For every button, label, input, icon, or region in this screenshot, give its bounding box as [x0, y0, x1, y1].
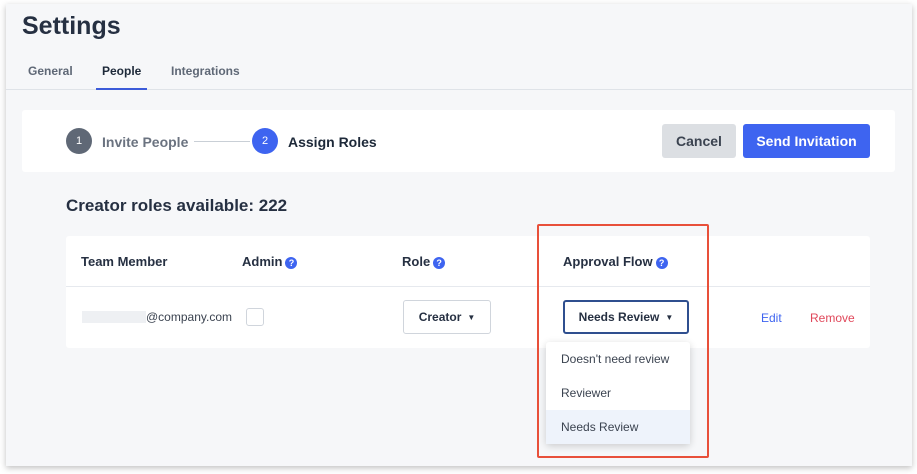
creator-roles-available: Creator roles available: 222	[66, 196, 288, 215]
step-connector	[194, 141, 250, 142]
step-1-label: Invite People	[102, 134, 189, 150]
settings-window: Settings General People Integrations 1 I…	[6, 4, 912, 466]
team-table: Team Member Admin? Role? Approval Flow? …	[66, 236, 870, 348]
header-admin: Admin?	[242, 254, 298, 269]
dropdown-option-doesnt-need-review[interactable]: Doesn't need review	[546, 342, 690, 376]
approval-flow-dropdown: Doesn't need review Reviewer Needs Revie…	[546, 342, 690, 444]
header-admin-label: Admin	[242, 254, 283, 269]
header-team-member-label: Team Member	[81, 254, 168, 269]
tab-people[interactable]: People	[96, 62, 148, 90]
row-divider	[66, 286, 870, 287]
send-invitation-button[interactable]: Send Invitation	[743, 124, 870, 158]
step-2-label: Assign Roles	[288, 134, 377, 150]
header-approval-flow-label: Approval Flow	[563, 254, 653, 269]
dropdown-option-reviewer[interactable]: Reviewer	[546, 376, 690, 410]
edit-link[interactable]: Edit	[761, 311, 782, 325]
admin-help-icon[interactable]: ?	[285, 256, 298, 269]
caret-down-icon: ▼	[467, 312, 476, 322]
header-role: Role?	[402, 254, 446, 269]
role-help-icon[interactable]: ?	[433, 256, 446, 269]
caret-down-icon: ▼	[665, 312, 674, 322]
approval-flow-help-icon[interactable]: ?	[655, 256, 668, 269]
role-select-value: Creator	[418, 310, 462, 324]
admin-checkbox[interactable]	[246, 308, 264, 326]
stepper-card: 1 Invite People 2 Assign Roles Cancel Se…	[22, 110, 895, 172]
page-title: Settings	[22, 12, 121, 40]
redacted-email-prefix	[82, 311, 146, 323]
tab-bar: General People Integrations	[6, 56, 912, 90]
member-email: @company.com	[146, 310, 232, 324]
header-team-member: Team Member	[81, 254, 167, 269]
tab-integrations[interactable]: Integrations	[171, 62, 240, 90]
tab-general[interactable]: General	[28, 62, 73, 90]
step-1-number: 1	[66, 128, 92, 154]
dropdown-option-needs-review[interactable]: Needs Review	[546, 410, 690, 444]
step-2-number: 2	[252, 128, 278, 154]
role-select[interactable]: Creator ▼	[403, 300, 491, 334]
header-role-label: Role	[402, 254, 431, 269]
approval-flow-select[interactable]: Needs Review ▼	[563, 300, 689, 334]
remove-link[interactable]: Remove	[810, 311, 855, 325]
cancel-button[interactable]: Cancel	[662, 124, 736, 158]
approval-flow-select-value: Needs Review	[578, 310, 660, 324]
header-approval-flow: Approval Flow?	[563, 254, 668, 269]
